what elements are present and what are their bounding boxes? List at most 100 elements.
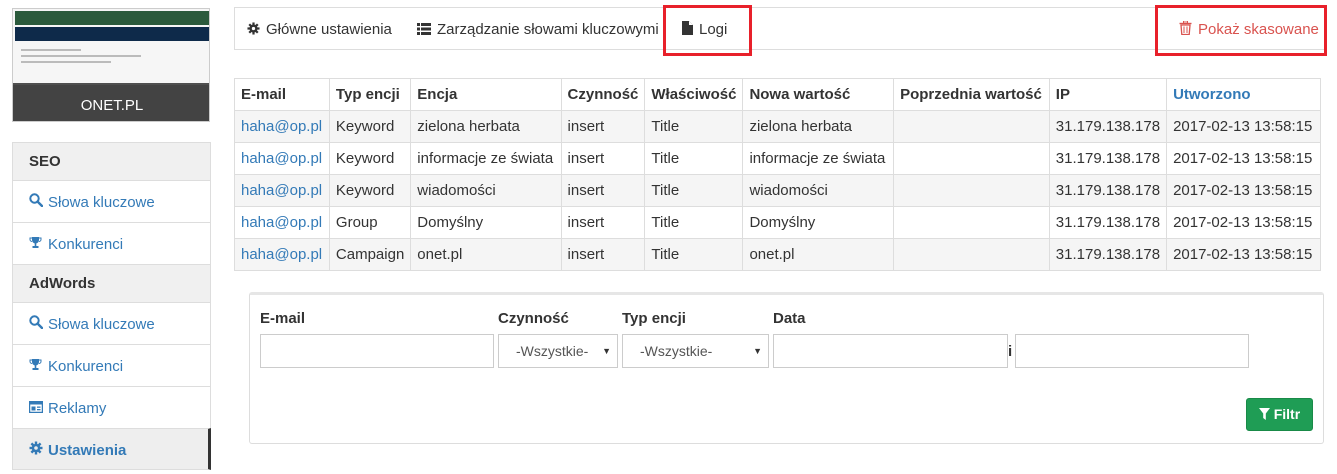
column-header-email[interactable]: E-mail	[234, 78, 330, 111]
entity-type-filter-select[interactable]: -Wszystkie- ▼	[622, 334, 769, 368]
cell-action: insert	[560, 110, 646, 143]
cell-action: insert	[560, 142, 646, 175]
cell-previous-value	[893, 206, 1050, 239]
column-header-new-value[interactable]: Nowa wartość	[742, 78, 895, 111]
cell-entity-type: Keyword	[328, 174, 412, 207]
cell-action: insert	[560, 238, 646, 271]
gear-icon	[247, 8, 260, 51]
cell-email-link[interactable]: haha@op.pl	[234, 174, 330, 207]
cell-previous-value	[893, 238, 1050, 271]
cell-entity: zielona herbata	[410, 110, 562, 143]
table-header-row: E-mail Typ encji Encja Czynność Właściwo…	[234, 78, 1321, 111]
sidebar-item-adwords-settings[interactable]: Ustawienia	[12, 428, 211, 470]
cell-ip: 31.179.138.178	[1048, 142, 1168, 175]
cell-new-value: wiadomości	[742, 174, 895, 207]
table-row: haha@op.pl Keyword wiadomości insert Tit…	[234, 174, 1321, 207]
filter-panel: E-mail Czynność Typ encji Data -Wszystki…	[249, 292, 1324, 444]
cell-property: Title	[644, 238, 744, 271]
cell-created: 2017-02-13 13:58:15	[1166, 142, 1321, 175]
sidebar-header-seo: SEO	[12, 142, 211, 180]
column-header-property[interactable]: Właściwość	[644, 78, 744, 111]
dropdown-arrow-icon: ▼	[602, 346, 611, 356]
column-header-created[interactable]: Utworzono	[1166, 78, 1321, 111]
gear-icon	[29, 429, 45, 471]
table-row: haha@op.pl Campaign onet.pl insert Title…	[234, 238, 1321, 271]
show-deleted-highlight	[1155, 5, 1327, 56]
cell-previous-value	[893, 142, 1050, 175]
sidebar-item-adwords-competitors[interactable]: Konkurenci	[12, 344, 211, 386]
cell-entity-type: Group	[328, 206, 412, 239]
sidebar-nav: SEO Słowa kluczowe Konkurenci AdWords Sł…	[12, 142, 211, 470]
cell-new-value: informacje ze świata	[742, 142, 895, 175]
filter-icon	[1258, 406, 1274, 422]
column-header-entity-type[interactable]: Typ encji	[328, 78, 412, 111]
cell-entity-type: Keyword	[328, 110, 412, 143]
cell-ip: 31.179.138.178	[1048, 206, 1168, 239]
cell-email-link[interactable]: haha@op.pl	[234, 110, 330, 143]
date-to-input[interactable]	[1015, 334, 1249, 368]
date-range-separator: i	[1008, 343, 1013, 360]
logs-table: E-mail Typ encji Encja Czynność Właściwo…	[234, 78, 1321, 271]
tab-keyword-management[interactable]: Zarządzanie słowami kluczowymi	[417, 8, 659, 51]
site-thumbnail[interactable]: ONET.PL	[12, 8, 210, 122]
cell-entity-type: Campaign	[328, 238, 412, 271]
table-row: haha@op.pl Keyword zielona herbata inser…	[234, 110, 1321, 143]
table-row: haha@op.pl Keyword informacje ze świata …	[234, 142, 1321, 175]
cell-action: insert	[560, 174, 646, 207]
sidebar-header-adwords: AdWords	[12, 264, 211, 302]
cell-property: Title	[644, 110, 744, 143]
cell-entity: informacje ze świata	[410, 142, 562, 175]
trophy-icon	[29, 345, 45, 387]
column-header-action[interactable]: Czynność	[560, 78, 646, 111]
logs-tab-highlight	[663, 5, 752, 56]
cell-property: Title	[644, 142, 744, 175]
cell-previous-value	[893, 174, 1050, 207]
action-filter-label: Czynność	[498, 310, 569, 327]
cell-new-value: onet.pl	[742, 238, 895, 271]
cell-property: Title	[644, 174, 744, 207]
date-from-input[interactable]	[773, 334, 1008, 368]
ad-icon	[28, 387, 45, 429]
sidebar-item-adwords-keywords[interactable]: Słowa kluczowe	[12, 302, 211, 344]
cell-entity: wiadomości	[410, 174, 562, 207]
cell-new-value: Domyślny	[742, 206, 895, 239]
email-filter-label: E-mail	[260, 310, 306, 327]
cell-previous-value	[893, 110, 1050, 143]
cell-new-value: zielona herbata	[742, 110, 895, 143]
date-filter-label: Data	[773, 310, 806, 327]
sidebar-item-seo-competitors[interactable]: Konkurenci	[12, 222, 211, 264]
cell-created: 2017-02-13 13:58:15	[1166, 238, 1321, 271]
cell-created: 2017-02-13 13:58:15	[1166, 110, 1321, 143]
column-header-previous-value[interactable]: Poprzednia wartość	[893, 78, 1050, 111]
cell-created: 2017-02-13 13:58:15	[1166, 174, 1321, 207]
sidebar: ONET.PL SEO Słowa kluczowe Konkurenci Ad…	[12, 0, 211, 474]
cell-action: insert	[560, 206, 646, 239]
action-filter-select[interactable]: -Wszystkie- ▼	[498, 334, 618, 368]
column-header-entity[interactable]: Encja	[410, 78, 562, 111]
cell-created: 2017-02-13 13:58:15	[1166, 206, 1321, 239]
cell-email-link[interactable]: haha@op.pl	[234, 206, 330, 239]
cell-email-link[interactable]: haha@op.pl	[234, 238, 330, 271]
table-row: haha@op.pl Group Domyślny insert Title D…	[234, 206, 1321, 239]
site-thumbnail-caption: ONET.PL	[13, 83, 209, 121]
cell-email-link[interactable]: haha@op.pl	[234, 142, 330, 175]
cell-property: Title	[644, 206, 744, 239]
cell-ip: 31.179.138.178	[1048, 238, 1168, 271]
trophy-icon	[29, 223, 45, 265]
cell-entity-type: Keyword	[328, 142, 412, 175]
search-icon	[29, 303, 45, 345]
cell-ip: 31.179.138.178	[1048, 174, 1168, 207]
entity-type-filter-label: Typ encji	[622, 310, 686, 327]
filter-button[interactable]: Filtr	[1246, 398, 1313, 431]
cell-entity: Domyślny	[410, 206, 562, 239]
search-icon	[29, 181, 45, 223]
site-screenshot-preview	[13, 9, 209, 85]
column-header-ip[interactable]: IP	[1048, 78, 1168, 111]
sidebar-item-seo-keywords[interactable]: Słowa kluczowe	[12, 180, 211, 222]
tab-general-settings[interactable]: Główne ustawienia	[247, 8, 392, 51]
dropdown-arrow-icon: ▼	[753, 346, 762, 356]
cell-entity: onet.pl	[410, 238, 562, 271]
list-icon	[417, 8, 431, 51]
email-filter-input[interactable]	[260, 334, 494, 368]
sidebar-item-adwords-ads[interactable]: Reklamy	[12, 386, 211, 428]
